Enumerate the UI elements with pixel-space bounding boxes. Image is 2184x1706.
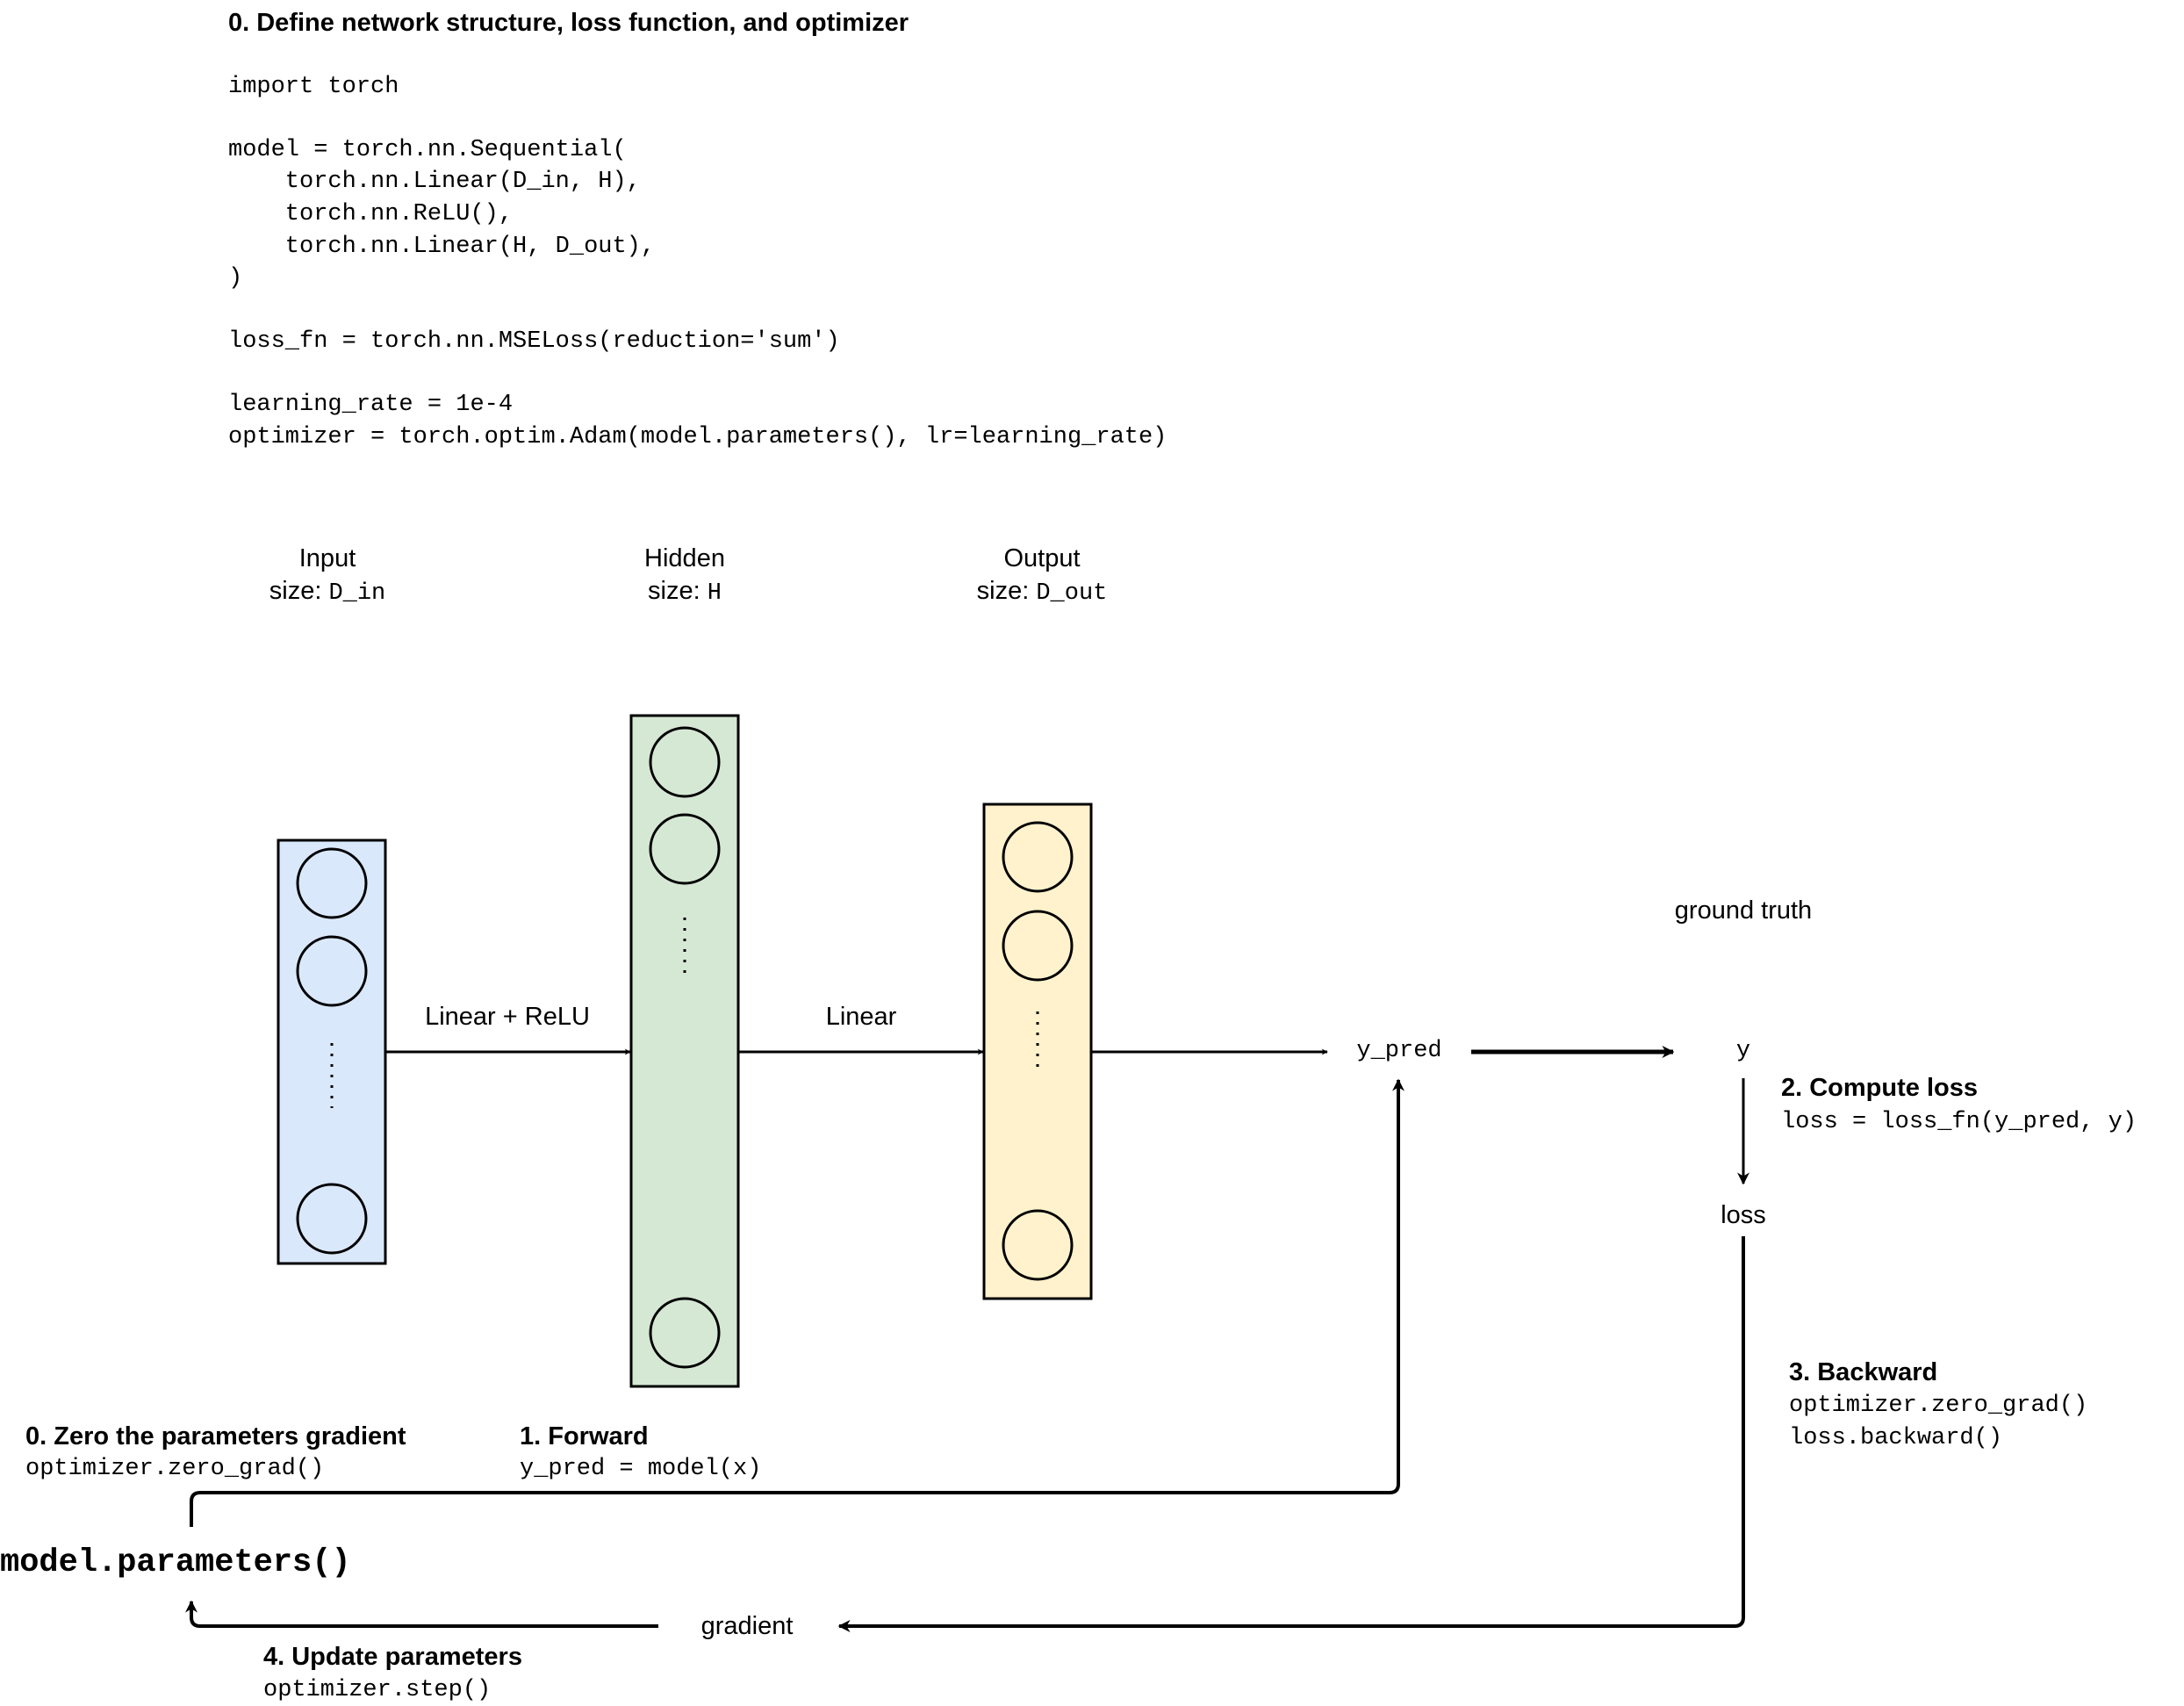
step-update-title: 4. Update parameters [263,1643,522,1671]
step-zero-grad-code: optimizer.zero_grad() [25,1456,325,1482]
loss-node: loss [1721,1201,1766,1229]
y-pred-node: y_pred [1356,1038,1442,1064]
arrow-gradient-to-parameters [185,1600,658,1628]
model-parameters-node: model.parameters() [0,1544,351,1581]
step-update-code: optimizer.step() [263,1677,492,1703]
gradient-node: gradient [700,1612,794,1640]
arrow-loss-to-gradient [837,1236,1745,1632]
hidden-layer-box [629,714,740,1388]
output-layer-box [982,803,1093,1300]
step-backward-code: loss.backward() [1789,1425,2003,1451]
step-backward-title: 3. Backward [1789,1358,1938,1386]
ground-truth-label: ground truth [1674,896,1813,925]
step-compute-loss-title: 2. Compute loss [1781,1074,1978,1102]
connection-label-linear-relu: Linear + ReLU [425,1003,590,1031]
step-forward-code: y_pred = model(x) [520,1456,762,1482]
step-backward-code: optimizer.zero_grad() [1789,1393,2088,1419]
y-node: y [1735,1038,1751,1064]
input-layer-box [277,839,387,1265]
connection-label-linear: Linear [825,1003,897,1031]
step-zero-grad-title: 0. Zero the parameters gradient [25,1422,406,1450]
step-compute-loss-code: loss = loss_fn(y_pred, y) [1781,1109,2137,1135]
step-forward-title: 1. Forward [520,1422,649,1450]
